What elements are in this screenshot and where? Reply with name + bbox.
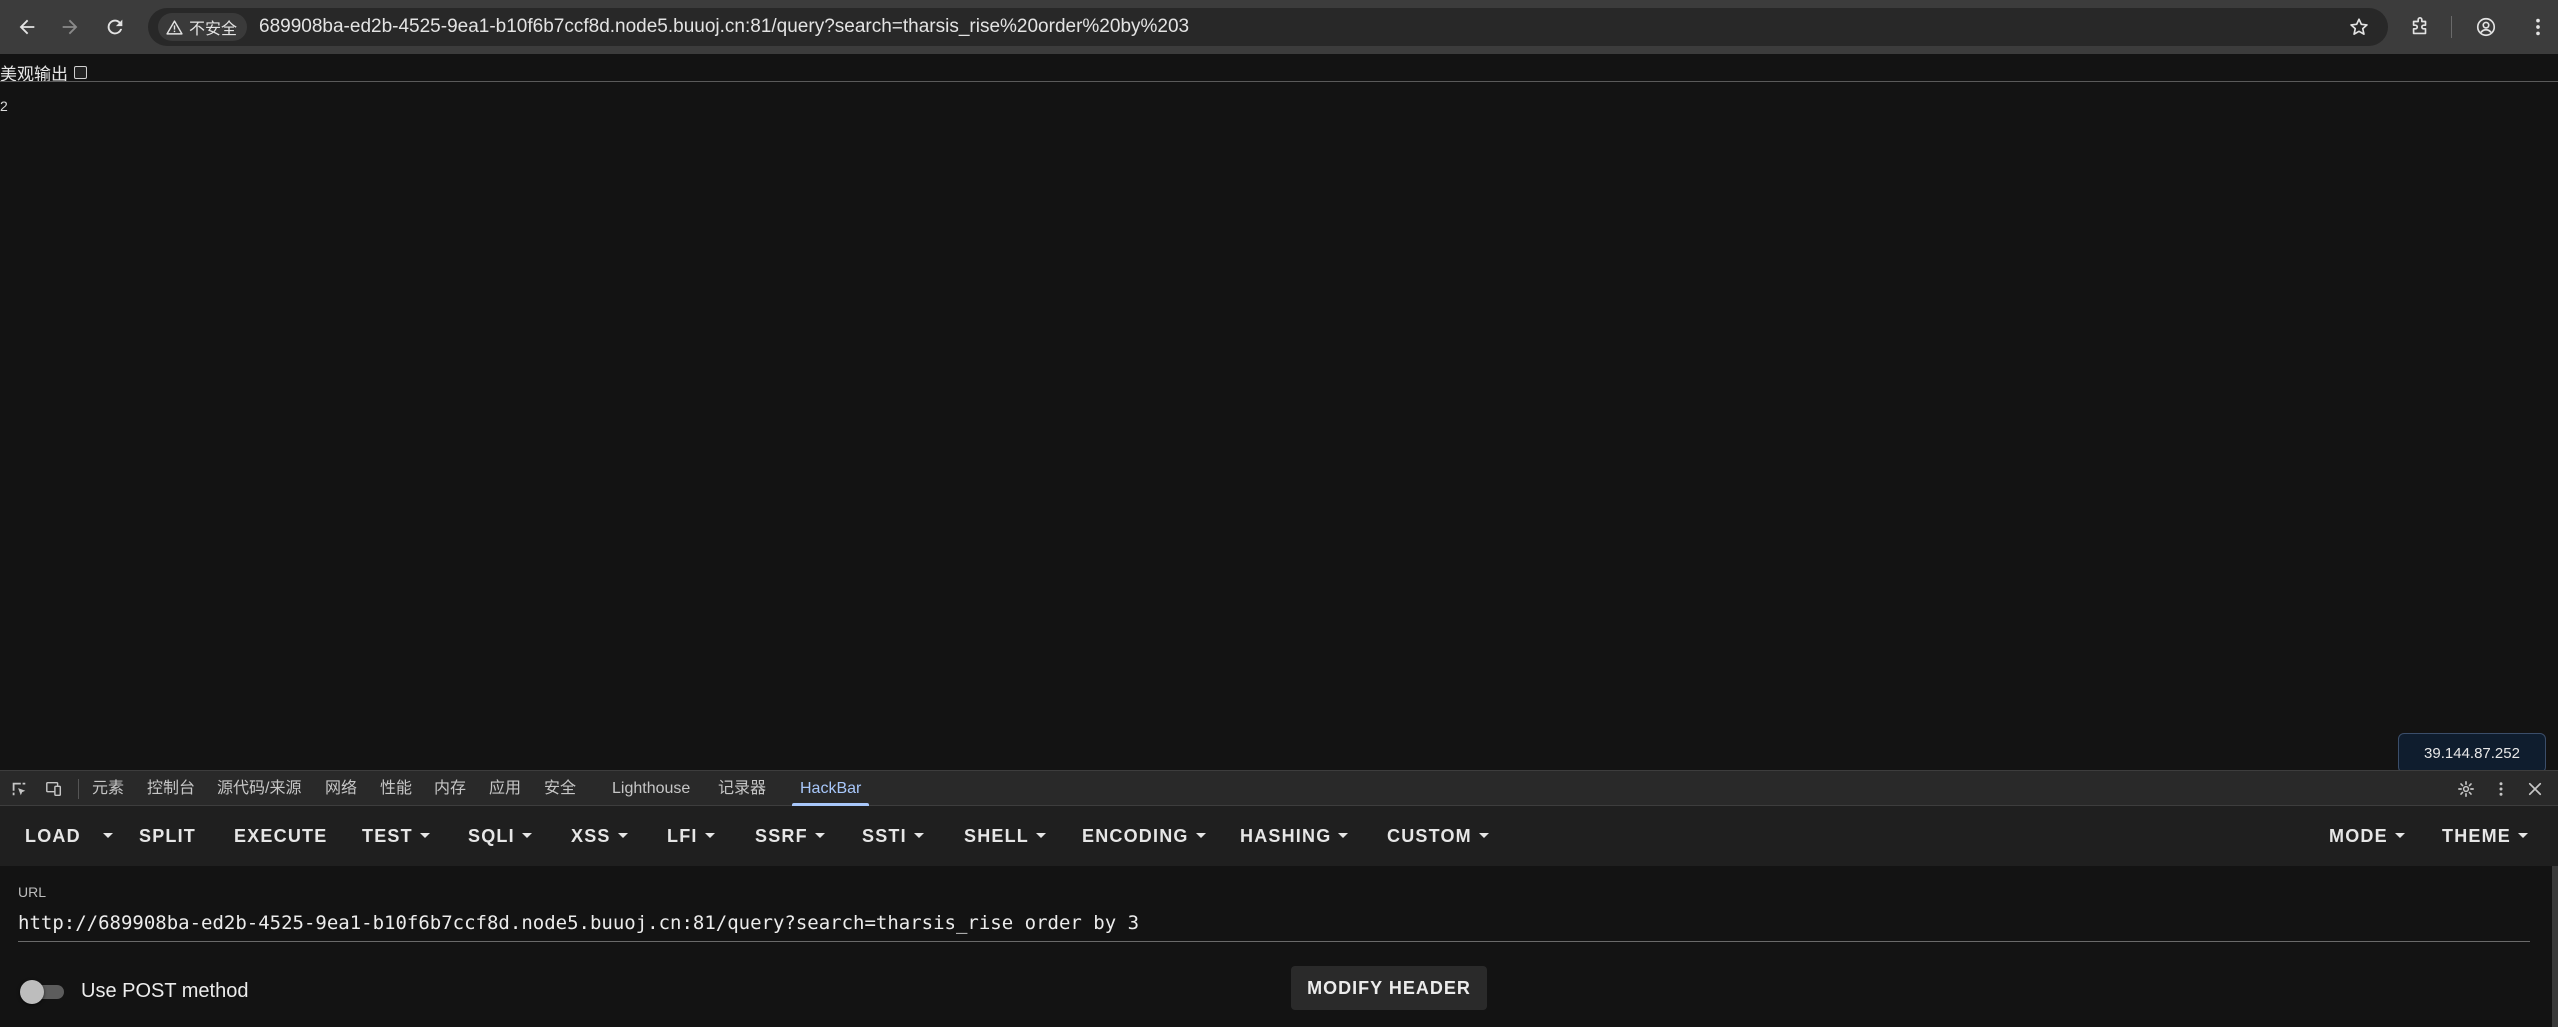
custom-label: CUSTOM: [1387, 826, 1472, 846]
sqli-label: SQLI: [468, 826, 515, 846]
arrow-right-icon: [62, 19, 78, 35]
post-method-label: Use POST method: [81, 980, 249, 1002]
hackbar-scrollbar[interactable]: [2552, 866, 2558, 1027]
warning-icon: [166, 19, 183, 35]
caret-down-icon: [419, 832, 430, 838]
gear-icon: [2458, 781, 2474, 797]
hashing-label: HASHING: [1240, 826, 1332, 846]
kebab-menu-icon: [2536, 18, 2540, 36]
caret-down-icon: [617, 832, 628, 838]
shell-label: SHELL: [964, 826, 1030, 846]
toggle-knob: [20, 980, 44, 1004]
xss-label: XSS: [571, 826, 611, 846]
ip-badge: 39.144.87.252: [2398, 733, 2546, 773]
custom-menu[interactable]: CUSTOM: [1387, 806, 1489, 866]
ssti-label: SSTI: [862, 826, 907, 846]
encoding-label: ENCODING: [1082, 826, 1189, 846]
hashing-menu[interactable]: HASHING: [1240, 806, 1349, 866]
pretty-print-checkbox[interactable]: [74, 65, 87, 79]
caret-down-icon: [913, 832, 924, 838]
hackbar-menu: LOAD SPLIT EXECUTE TEST SQLI XSS LFI SSR…: [0, 806, 2558, 866]
caret-down-icon: [521, 832, 532, 838]
caret-down-icon: [1478, 832, 1489, 838]
tab-separator: [78, 779, 79, 799]
browser-toolbar: 不安全 689908ba-ed2b-4525-9ea1-b10f6b7ccf8d…: [0, 0, 2558, 54]
lfi-menu[interactable]: LFI: [667, 806, 715, 866]
caret-down-icon: [1338, 832, 1349, 838]
load-button[interactable]: LOAD: [25, 806, 81, 866]
reload-button[interactable]: [100, 12, 130, 42]
bookmark-star-icon[interactable]: [2348, 16, 2370, 38]
response-output: 2: [0, 98, 8, 114]
ssrf-menu[interactable]: SSRF: [755, 806, 825, 866]
device-toolbar-button[interactable]: [44, 779, 64, 799]
ssrf-label: SSRF: [755, 826, 808, 846]
arrow-left-icon: [19, 19, 35, 35]
caret-down-icon: [1195, 832, 1206, 838]
caret-down-icon: [2394, 832, 2405, 838]
profile-icon: [2476, 17, 2496, 37]
address-text[interactable]: 689908ba-ed2b-4525-9ea1-b10f6b7ccf8d.nod…: [259, 16, 1189, 38]
sqli-menu[interactable]: SQLI: [468, 806, 532, 866]
shell-menu[interactable]: SHELL: [964, 806, 1047, 866]
profile-button[interactable]: [2472, 13, 2500, 41]
devtools-close-button[interactable]: [2525, 779, 2545, 799]
puzzle-icon: [2412, 17, 2427, 35]
caret-down-icon: [704, 832, 715, 838]
tab-performance[interactable]: 性能: [380, 771, 412, 806]
encoding-menu[interactable]: ENCODING: [1082, 806, 1206, 866]
tab-sources[interactable]: 源代码/来源: [217, 771, 301, 806]
tab-application[interactable]: 应用: [489, 771, 521, 806]
split-button[interactable]: SPLIT: [139, 806, 196, 866]
toolbar-separator: [2451, 16, 2452, 38]
tab-elements[interactable]: 元素: [92, 771, 124, 806]
hackbar-body: URL http://689908ba-ed2b-4525-9ea1-b10f6…: [0, 866, 2552, 1027]
page-content: 美观输出 2: [0, 54, 2558, 770]
test-menu[interactable]: TEST: [362, 806, 430, 866]
tab-console[interactable]: 控制台: [147, 771, 195, 806]
execute-button[interactable]: EXECUTE: [234, 806, 327, 866]
tab-hackbar[interactable]: HackBar: [791, 771, 870, 806]
load-dropdown[interactable]: [96, 806, 113, 866]
reload-icon: [107, 19, 123, 35]
theme-label: THEME: [2442, 826, 2511, 846]
url-field-label: URL: [18, 884, 47, 900]
tab-lighthouse[interactable]: Lighthouse: [612, 771, 690, 806]
device-icon: [46, 781, 62, 797]
caret-down-icon: [2518, 832, 2528, 838]
inspect-element-button[interactable]: [9, 779, 29, 799]
devtools-settings-button[interactable]: [2456, 779, 2476, 799]
devtools-menu-button[interactable]: [2491, 779, 2511, 799]
inspect-icon: [12, 782, 26, 796]
caret-down-icon: [814, 832, 825, 838]
post-method-toggle[interactable]: [20, 980, 66, 1004]
back-button[interactable]: [12, 12, 42, 42]
xss-menu[interactable]: XSS: [571, 806, 628, 866]
kebab-menu-icon: [2499, 782, 2503, 796]
lfi-label: LFI: [667, 826, 698, 846]
forward-button[interactable]: [55, 12, 85, 42]
browser-menu-button[interactable]: [2524, 13, 2552, 41]
tab-network[interactable]: 网络: [325, 771, 357, 806]
mode-label: MODE: [2329, 826, 2388, 846]
address-bar[interactable]: 不安全 689908ba-ed2b-4525-9ea1-b10f6b7ccf8d…: [148, 8, 2388, 46]
theme-menu[interactable]: THEME: [2442, 806, 2528, 866]
tab-memory[interactable]: 内存: [434, 771, 466, 806]
ssti-menu[interactable]: SSTI: [862, 806, 924, 866]
url-field[interactable]: http://689908ba-ed2b-4525-9ea1-b10f6b7cc…: [18, 904, 2530, 942]
caret-down-icon: [103, 832, 113, 838]
test-label: TEST: [362, 826, 413, 846]
mode-menu[interactable]: MODE: [2329, 806, 2405, 866]
caret-down-icon: [1036, 832, 1047, 838]
extensions-button[interactable]: [2406, 13, 2434, 41]
security-label: 不安全: [189, 21, 238, 38]
close-icon: [2528, 782, 2542, 796]
devtools-tab-bar: 元素 控制台 源代码/来源 网络 性能 内存 应用 安全 Lighthouse …: [0, 770, 2558, 806]
devtools-panel: 元素 控制台 源代码/来源 网络 性能 内存 应用 安全 Lighthouse …: [0, 770, 2558, 1027]
tab-recorder[interactable]: 记录器: [718, 771, 766, 806]
security-indicator[interactable]: 不安全: [158, 13, 248, 41]
modify-header-button[interactable]: MODIFY HEADER: [1291, 966, 1487, 1010]
divider: [0, 81, 2558, 82]
tab-security[interactable]: 安全: [544, 771, 576, 806]
